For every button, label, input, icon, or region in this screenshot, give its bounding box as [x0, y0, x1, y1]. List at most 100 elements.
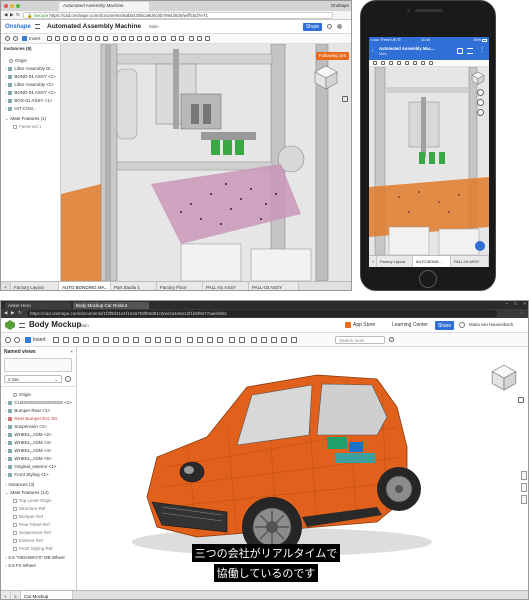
phone-tool-7-icon[interactable] — [421, 61, 425, 65]
phone-menu-icon[interactable] — [467, 48, 473, 54]
tree-item-bond01-assy-2[interactable]: › BOND-01 ASSY <1> — [5, 90, 56, 95]
tab-part-studio-1[interactable]: Part Studio 1 — [111, 282, 157, 290]
tab-pall-03-assy[interactable]: PALL-03 ASSY — [249, 282, 299, 290]
tree-item-wheel-asm-5[interactable]: › WHEEL_ASM <5> — [5, 456, 52, 461]
tree-item-wheel-asm-4[interactable]: › WHEEL_ASM <4> — [5, 448, 52, 453]
onshape-logo[interactable]: Onshape — [5, 24, 31, 30]
view-icon[interactable] — [205, 36, 210, 41]
search-icon[interactable] — [389, 337, 394, 342]
tree-item-bumper-rear[interactable]: › Bumper Rear <1> — [5, 408, 50, 413]
maximize-dot-icon[interactable] — [16, 4, 20, 8]
tree-item-front-styling-ref[interactable]: Front Styling Ref — [13, 546, 53, 551]
document-title[interactable]: Automated Assembly Machine — [47, 23, 141, 31]
phone-viewport[interactable] — [369, 67, 489, 255]
phone-tool-4-icon[interactable] — [397, 61, 401, 65]
app-store-link[interactable]: App Store — [353, 323, 375, 328]
phone-tool-6-icon[interactable] — [413, 61, 417, 65]
phone-tool-2-icon[interactable] — [381, 61, 385, 65]
back-icon[interactable]: ◀ — [4, 310, 7, 316]
phone-tab-factory-layout[interactable]: Factory Layout — [377, 256, 413, 267]
redo-icon[interactable] — [14, 337, 20, 343]
tree-item-origin[interactable]: Origin — [13, 392, 31, 397]
share-button-2[interactable]: Share — [435, 321, 454, 330]
phone-fit-icon[interactable] — [477, 89, 484, 96]
tree-item-bond01-assy[interactable]: › BOND-01 ASSY <1> — [5, 74, 56, 79]
chevron-right-icon[interactable]: › — [5, 98, 6, 103]
tree-item-front-styling[interactable]: › Front Styling <1> — [5, 472, 49, 477]
tree-item-mate-features[interactable]: ⌄ Mate Features (1) — [5, 116, 46, 121]
chevron-right-icon[interactable]: › — [5, 472, 6, 477]
phone-home-button[interactable] — [419, 270, 437, 288]
forward-icon[interactable]: ▶ — [11, 310, 14, 316]
slider-mate-icon[interactable] — [73, 337, 79, 343]
replicate-icon[interactable] — [129, 36, 134, 41]
tree-item-top-level-origin[interactable]: Top Level Origin — [13, 498, 52, 503]
tab-pall-01-assy[interactable]: PALL-01 ASSY — [203, 282, 249, 290]
insert-label[interactable]: Insert — [29, 36, 40, 42]
tab-factory-layout[interactable]: Factory Layout — [11, 282, 59, 290]
phone-doc-branch[interactable]: Main — [379, 52, 387, 57]
chevron-right-icon[interactable]: › — [5, 106, 6, 111]
chevron-down-icon[interactable]: ⌄ — [5, 116, 8, 121]
insert-icon[interactable] — [22, 36, 27, 41]
revolute-mate-icon[interactable] — [63, 337, 69, 343]
undo-icon[interactable] — [5, 337, 11, 343]
browser-tab-body-mockup[interactable]: Body Mockup Car Rollout — [73, 302, 149, 309]
chevron-right-icon[interactable]: › — [5, 400, 6, 405]
mate-slider-icon[interactable] — [63, 36, 68, 41]
tree-item-suspension-ref[interactable]: Suspension Ref — [13, 530, 51, 535]
chevron-right-icon[interactable]: › — [5, 82, 6, 87]
mate-cylindrical-icon[interactable] — [71, 36, 76, 41]
insert-icon[interactable] — [25, 337, 31, 343]
phone-view-cube-icon[interactable] — [471, 71, 485, 85]
menu-icon[interactable] — [19, 323, 25, 328]
window-max-icon[interactable]: □ — [514, 301, 517, 307]
url-field[interactable]: 🔒 Secure https://cad.onshape.com/documen… — [23, 12, 333, 19]
tab-car-mockup[interactable]: Car Mockup — [21, 591, 73, 599]
explode-icon[interactable] — [229, 337, 235, 343]
tree-item-original-exterior[interactable]: › Original_exterior <1> — [5, 464, 56, 469]
phone-share-icon[interactable] — [457, 48, 463, 54]
chevron-right-icon[interactable]: › — [5, 66, 6, 71]
section-view-icon[interactable] — [197, 36, 202, 41]
browser-tab-active[interactable]: Automated Assembly Machine — [59, 2, 149, 11]
planar-mate-icon[interactable] — [103, 337, 109, 343]
mate-pin-slot-icon[interactable] — [79, 36, 84, 41]
side-panel-toggle-2-icon[interactable] — [521, 483, 527, 492]
reload-icon[interactable]: ↻ — [16, 12, 20, 18]
linear-relation-icon[interactable] — [161, 36, 166, 41]
back-icon[interactable]: ◀ — [4, 12, 7, 18]
tree-item-structure-ref[interactable]: Structure Ref — [13, 506, 46, 511]
chevron-right-icon[interactable]: › — [5, 408, 6, 413]
chevron-right-icon[interactable]: › — [5, 424, 6, 429]
document-title-2[interactable]: Body Mockup — [29, 321, 81, 329]
screw-relation-icon[interactable] — [153, 36, 158, 41]
url-field-2[interactable]: https://cad.onshape.com/documents/1f3f9d… — [27, 310, 497, 317]
tab-auto-bonding[interactable]: AUTO BONDING MA... — [59, 282, 111, 290]
explode-icon[interactable] — [171, 36, 176, 41]
following-badge[interactable]: Following Jes — [315, 52, 349, 60]
help-icon[interactable] — [459, 322, 465, 328]
chevron-right-icon[interactable]: › — [5, 74, 6, 79]
screw-relation-icon[interactable] — [207, 337, 213, 343]
mate-revolute-icon[interactable] — [55, 36, 60, 41]
named-views-close-icon[interactable]: × — [70, 349, 73, 355]
chevron-right-icon[interactable]: › — [5, 482, 6, 487]
tab-list-icon[interactable]: ≡ — [11, 591, 21, 599]
chevron-right-icon[interactable]: › — [5, 432, 6, 437]
measure-icon[interactable] — [251, 337, 257, 343]
tree-item-fs-wheel[interactable]: › 5.6 FS Wheel — [5, 563, 36, 568]
learning-center-link[interactable]: Learning Center — [392, 323, 428, 328]
chevron-right-icon[interactable]: › — [5, 563, 6, 568]
ball-mate-icon[interactable] — [113, 337, 119, 343]
side-panel-toggle-1-icon[interactable] — [521, 471, 527, 480]
phone-more-icon[interactable]: ⋮ — [479, 47, 485, 53]
view-options-icon[interactable] — [281, 337, 287, 343]
branch-label[interactable]: Main — [149, 24, 159, 30]
section-view-icon[interactable] — [261, 337, 267, 343]
view-settings-icon[interactable] — [65, 376, 71, 382]
group-icon[interactable] — [145, 337, 151, 343]
browser-tab-anker[interactable]: Anker Hero — [5, 302, 71, 309]
tree-item-suspension[interactable]: › Suspension <1> — [5, 424, 47, 429]
mate-parallel-icon[interactable] — [103, 36, 108, 41]
